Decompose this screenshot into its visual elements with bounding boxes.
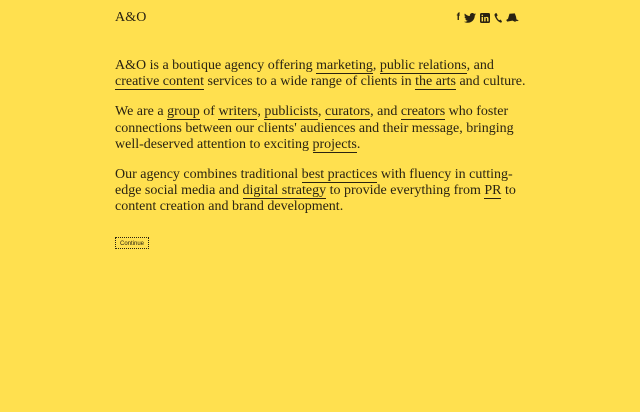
phone-icon[interactable]: [494, 12, 502, 24]
site-logo[interactable]: A&O: [115, 10, 146, 26]
site-header: A&O f: [115, 10, 519, 26]
new-york-state-icon[interactable]: [506, 12, 519, 24]
linkedin-icon[interactable]: [480, 12, 490, 24]
link-digital-strategy[interactable]: digital strategy: [242, 183, 327, 200]
link-public-relations[interactable]: public relations: [379, 58, 467, 74]
link-pr[interactable]: PR: [484, 183, 502, 200]
services-paragraph: Our agency combines traditional best pra…: [115, 167, 516, 215]
link-projects[interactable]: projects: [312, 136, 357, 153]
link-writers[interactable]: writers: [218, 104, 258, 121]
link-the-arts[interactable]: the arts: [415, 74, 456, 91]
link-group[interactable]: group: [167, 104, 200, 121]
main-content: A&O is a boutique agency offering market…: [115, 58, 535, 230]
continue-button[interactable]: Continue: [115, 237, 150, 249]
team-paragraph: We are a group of writers, publicists, c…: [115, 104, 514, 153]
link-creators[interactable]: creators: [400, 104, 446, 121]
twitter-icon[interactable]: [464, 12, 476, 24]
link-marketing[interactable]: marketing: [316, 58, 373, 74]
social-links: f: [457, 12, 519, 24]
link-best-practices[interactable]: best practices: [301, 167, 378, 184]
link-curators[interactable]: curators: [325, 104, 371, 121]
link-creative-content[interactable]: creative content: [115, 74, 205, 91]
facebook-icon[interactable]: f: [457, 12, 460, 24]
intro-paragraph: A&O is a boutique agency offering market…: [115, 58, 526, 91]
link-publicists[interactable]: publicists: [264, 104, 319, 121]
